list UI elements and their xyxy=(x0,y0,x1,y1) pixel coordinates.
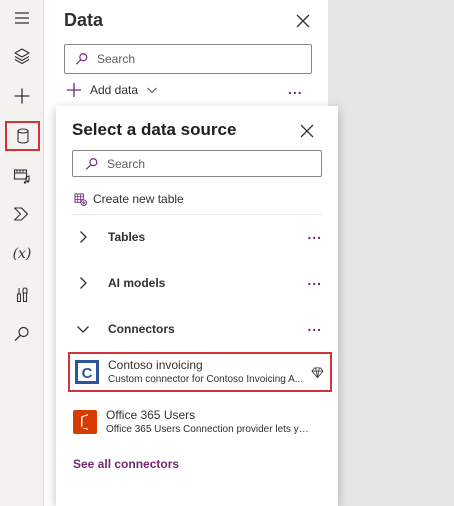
power-automate-icon xyxy=(13,207,29,221)
section-ai-models[interactable]: AI models ... xyxy=(76,271,326,295)
advanced-tools-button[interactable] xyxy=(6,279,38,311)
select-data-source-flyout: Select a data source Create new table Ta… xyxy=(56,106,338,506)
section-connectors[interactable]: Connectors ... xyxy=(76,317,326,341)
create-new-table-label: Create new table xyxy=(93,192,184,206)
plus-icon xyxy=(14,88,30,104)
power-automate-button[interactable] xyxy=(6,198,38,230)
section-more-button[interactable]: ... xyxy=(307,273,322,287)
layers-icon xyxy=(14,48,30,65)
data-button[interactable] xyxy=(5,121,40,151)
section-label: Tables xyxy=(108,230,146,244)
data-panel-title: Data xyxy=(64,10,104,30)
chevron-right-icon xyxy=(80,277,87,289)
data-search-input[interactable] xyxy=(97,52,297,66)
add-data-label: Add data xyxy=(90,83,139,97)
connector-name: Contoso invoicing xyxy=(108,358,203,372)
contoso-logo: C xyxy=(74,359,100,385)
chevron-down-icon xyxy=(147,87,157,94)
chevron-right-icon xyxy=(80,231,87,243)
section-tables[interactable]: Tables ... xyxy=(76,225,326,249)
data-panel-more-button[interactable]: ... xyxy=(288,82,303,96)
close-icon xyxy=(300,124,314,138)
divider xyxy=(72,214,322,215)
search-icon xyxy=(14,326,29,342)
search-icon xyxy=(85,157,98,170)
hamburger-menu-button[interactable] xyxy=(6,2,38,34)
connector-office-365-users[interactable]: Office 365 Users Office 365 Users Connec… xyxy=(68,402,332,442)
data-panel-close-button[interactable] xyxy=(294,12,312,30)
search-rail-button[interactable] xyxy=(6,318,38,350)
connector-contoso-invoicing[interactable]: C Contoso invoicing Custom connector for… xyxy=(68,352,332,392)
flyout-title: Select a data source xyxy=(72,120,237,139)
variables-button[interactable]: (x) xyxy=(6,238,38,270)
tools-icon xyxy=(16,287,28,303)
data-search-box[interactable] xyxy=(64,44,312,74)
plus-icon xyxy=(67,83,81,97)
database-icon xyxy=(16,128,29,144)
table-add-icon xyxy=(74,192,87,206)
variable-icon: (x) xyxy=(12,246,32,262)
hamburger-icon xyxy=(15,12,29,24)
flyout-search-input[interactable] xyxy=(107,156,307,171)
connector-description: Office 365 Users Connection provider let… xyxy=(106,424,312,435)
chevron-down-icon xyxy=(77,326,89,333)
media-button[interactable] xyxy=(6,160,38,192)
tree-view-button[interactable] xyxy=(6,40,38,72)
svg-text:C: C xyxy=(82,365,93,382)
section-label: AI models xyxy=(108,276,166,290)
section-more-button[interactable]: ... xyxy=(307,227,322,241)
see-all-connectors-link[interactable]: See all connectors xyxy=(73,457,179,471)
office-logo xyxy=(72,409,98,435)
connector-name: Office 365 Users xyxy=(106,408,196,422)
create-new-table-button[interactable]: Create new table xyxy=(74,192,184,206)
left-rail: (x) xyxy=(0,0,44,506)
connector-description: Custom connector for Contoso Invoicing A… xyxy=(108,374,304,385)
insert-button[interactable] xyxy=(6,80,38,112)
media-icon xyxy=(13,169,30,184)
premium-diamond-icon xyxy=(311,367,324,379)
flyout-close-button[interactable] xyxy=(298,122,316,140)
close-icon xyxy=(296,14,310,28)
search-icon xyxy=(75,53,88,65)
add-data-button[interactable]: Add data xyxy=(66,82,158,98)
section-more-button[interactable]: ... xyxy=(307,319,322,333)
flyout-search-box[interactable] xyxy=(72,150,322,177)
section-label: Connectors xyxy=(108,322,175,336)
